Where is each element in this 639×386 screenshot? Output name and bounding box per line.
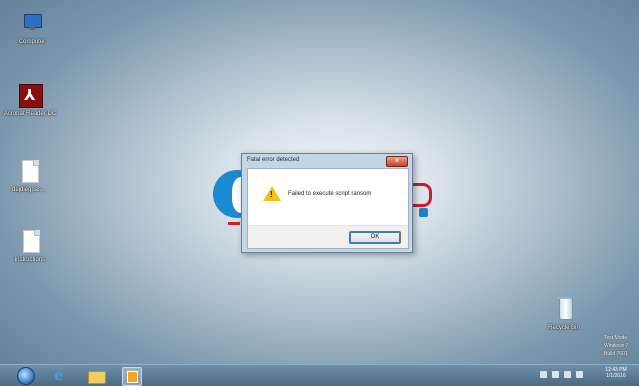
taskbar-media-player[interactable] <box>118 366 144 386</box>
desktop-icon-label: instructions <box>14 257 46 263</box>
recycle-bin-icon <box>553 297 575 322</box>
error-dialog: Fatal error detected x ! Failed to execu… <box>241 153 413 253</box>
taskbar-file-explorer[interactable] <box>83 366 109 385</box>
network-icon[interactable] <box>563 371 571 378</box>
media-player-icon <box>122 367 142 386</box>
start-button[interactable] <box>17 367 35 385</box>
dialog-title: Fatal error detected <box>247 157 300 163</box>
action-center-icon[interactable] <box>551 371 559 378</box>
document-file-icon <box>18 160 40 184</box>
close-button[interactable]: x <box>386 156 408 167</box>
desktop-icon-acrobat[interactable]: ⅄ Acrobat Reader DC <box>3 84 57 118</box>
document-file-icon <box>19 230 41 254</box>
dialog-message: Failed to execute script ransom <box>288 191 372 197</box>
test-mode-watermark: Test Mode Windows 7 Build 7601 <box>604 334 628 358</box>
watermark-line-3: Build 7601 <box>604 351 628 357</box>
computer-icon <box>21 12 43 36</box>
system-tray <box>540 371 590 381</box>
watermark-line-1: Test Mode <box>604 335 628 341</box>
desktop-icon-instructions[interactable]: instructions <box>3 230 57 264</box>
acrobat-reader-icon: ⅄ <box>19 84 43 108</box>
desktop-icon-label: dejdiegpas... <box>11 187 47 193</box>
desktop-icon-computer[interactable]: Computer <box>5 12 59 46</box>
ok-button[interactable]: OK <box>349 231 401 244</box>
warning-exclamation: ! <box>270 190 273 199</box>
taskbar: e 12:43 PM 1/1/2016 <box>0 364 639 386</box>
dialog-footer: OK <box>248 225 408 248</box>
folder-icon <box>88 371 106 384</box>
desktop-icon-label: Acrobat Reader DC <box>3 111 57 117</box>
taskbar-internet-explorer[interactable]: e <box>48 366 74 385</box>
desktop-icon-label: Recycle Bin <box>548 325 580 331</box>
desktop-icon-recycle-bin[interactable]: Recycle Bin <box>537 297 591 332</box>
clock[interactable]: 12:43 PM 1/1/2016 <box>598 367 634 379</box>
internet-explorer-icon: e <box>54 366 64 384</box>
show-hidden-icons-icon[interactable] <box>540 371 547 378</box>
clock-date: 1/1/2016 <box>606 373 626 379</box>
desktop-icon-file-1[interactable]: dejdiegpas... <box>2 160 56 194</box>
volume-icon[interactable] <box>575 371 583 378</box>
desktop-icon-label: Computer <box>18 39 46 45</box>
dialog-body: ! Failed to execute script ransom OK <box>247 168 409 249</box>
watermark-line-2: Windows 7 <box>604 343 629 349</box>
